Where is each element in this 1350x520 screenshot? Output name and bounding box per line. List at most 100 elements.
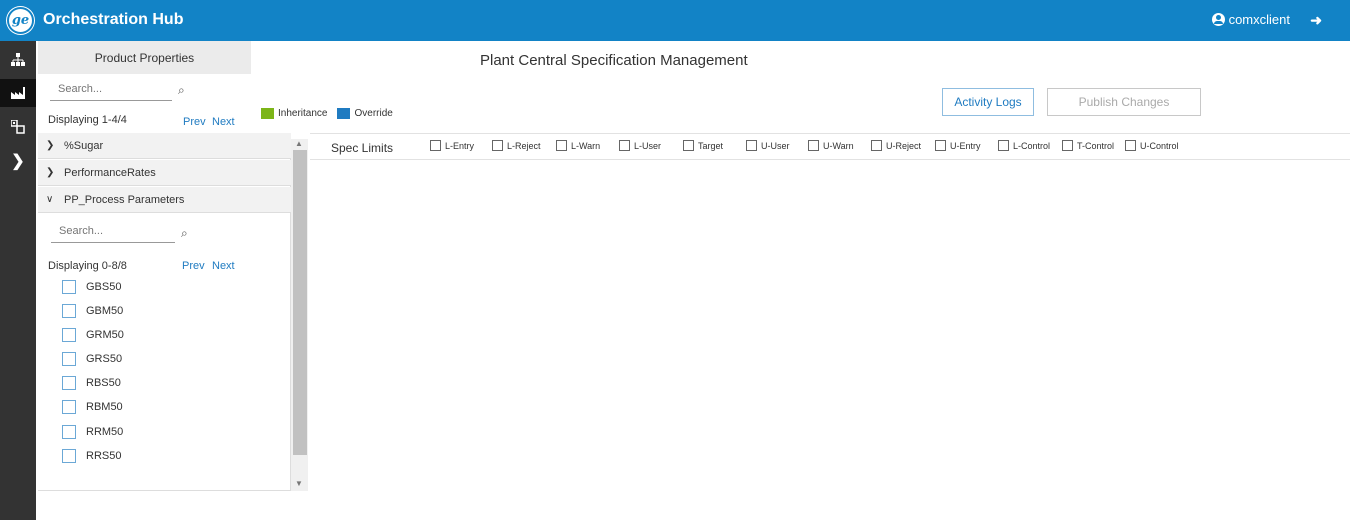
checkbox[interactable]	[808, 140, 819, 151]
parameter-label: GBM50	[86, 305, 124, 317]
spec-limit-u-reject[interactable]: U-Reject	[871, 140, 921, 151]
legend-override: Override	[354, 108, 393, 119]
spec-limit-label: Target	[698, 140, 724, 151]
user-name: comxclient	[1228, 12, 1290, 27]
spec-limit-l-reject[interactable]: L-Reject	[492, 140, 541, 151]
spec-limit-t-control[interactable]: T-Control	[1062, 140, 1114, 151]
user-menu[interactable]: comxclient	[1211, 12, 1290, 27]
spec-limit-l-control[interactable]: L-Control	[998, 140, 1050, 151]
spec-limit-target[interactable]: Target	[683, 140, 723, 151]
spec-limit-l-entry[interactable]: L-Entry	[430, 140, 474, 151]
hierarchy-icon[interactable]	[0, 45, 36, 73]
override-swatch	[337, 108, 351, 119]
search-icon[interactable]: ⌕	[181, 226, 188, 241]
spec-limit-label: U-Control	[1140, 140, 1179, 151]
parameter-item-rbs50[interactable]: RBS50	[62, 376, 121, 390]
ge-logo: ge	[7, 7, 34, 34]
factory-icon[interactable]	[0, 79, 36, 107]
chevron-right-icon[interactable]: ❯	[0, 147, 36, 175]
parameter-label: RRS50	[86, 450, 122, 462]
parameter-checkbox[interactable]	[62, 425, 76, 439]
spec-limit-u-entry[interactable]: U-Entry	[935, 140, 981, 151]
parameter-item-grm50[interactable]: GRM50	[62, 328, 124, 342]
checkbox[interactable]	[935, 140, 946, 151]
checkbox[interactable]	[683, 140, 694, 151]
parameter-prev-link[interactable]: Prev	[182, 260, 205, 272]
tree-scrollbar-thumb[interactable]	[293, 150, 307, 455]
parameter-label: GRM50	[86, 329, 124, 341]
spec-limit-l-user[interactable]: L-User	[619, 140, 661, 151]
checkbox[interactable]	[430, 140, 441, 151]
parameter-item-grs50[interactable]: GRS50	[62, 352, 122, 366]
parameter-checkbox[interactable]	[62, 352, 76, 366]
parameter-next-link[interactable]: Next	[212, 260, 235, 272]
chevron-down-icon: ∨	[46, 194, 54, 205]
spec-limits-label: Spec Limits	[331, 141, 394, 155]
checkbox[interactable]	[871, 140, 882, 151]
chevron-right-icon: ❯	[46, 167, 55, 178]
tree-node-performance-rates[interactable]: ❯ PerformanceRates	[38, 160, 291, 186]
parameter-search-input[interactable]	[51, 225, 175, 237]
product-search-input[interactable]	[50, 83, 172, 95]
checkbox[interactable]	[998, 140, 1009, 151]
parameter-item-gbs50[interactable]: GBS50	[62, 280, 121, 294]
parameter-item-rbm50[interactable]: RBM50	[62, 400, 123, 414]
spec-limit-label: U-Entry	[950, 140, 981, 151]
parameter-search	[51, 221, 175, 243]
spec-limits-row: Spec Limits L-Entry L-Reject L-Warn L-Us…	[310, 133, 1350, 160]
app-title: Orchestration Hub	[43, 11, 184, 28]
spec-limit-label: U-Warn	[823, 140, 854, 151]
tree-node-label: %Sugar	[64, 139, 104, 152]
parameter-label: RBM50	[86, 401, 123, 413]
tree-node-sugar[interactable]: ❯ %Sugar	[38, 133, 291, 159]
parameter-checkbox[interactable]	[62, 449, 76, 463]
parameter-item-rrs50[interactable]: RRS50	[62, 449, 121, 463]
spec-limit-l-warn[interactable]: L-Warn	[556, 140, 600, 151]
page-title: Plant Central Specification Management	[480, 52, 748, 69]
parameter-checkbox[interactable]	[62, 304, 76, 318]
parameter-item-rrm50[interactable]: RRM50	[62, 425, 123, 439]
tree-node-label: PP_Process Parameters	[64, 193, 185, 206]
chevron-right-icon: ❯	[46, 140, 55, 151]
legend-inheritance: Inheritance	[278, 108, 328, 119]
spec-limit-u-warn[interactable]: U-Warn	[808, 140, 854, 151]
search-icon[interactable]: ⌕	[178, 83, 185, 98]
modules-icon[interactable]	[0, 113, 36, 141]
scroll-up-icon[interactable]: ▲	[295, 139, 303, 148]
checkbox[interactable]	[1125, 140, 1136, 151]
parameter-checkbox[interactable]	[62, 376, 76, 390]
legend: Inheritance Override	[261, 108, 393, 119]
logout-icon[interactable]: ➜	[1310, 12, 1322, 29]
parameter-checkbox[interactable]	[62, 400, 76, 414]
tree-node-process-parameters[interactable]: ∨ PP_Process Parameters	[38, 187, 291, 213]
parameter-label: RBS50	[86, 377, 121, 389]
next-link[interactable]: Next	[212, 116, 235, 128]
spec-limit-label: L-Warn	[571, 140, 601, 151]
checkbox[interactable]	[492, 140, 503, 151]
spec-limit-label: T-Control	[1077, 140, 1115, 151]
publish-changes-button[interactable]: Publish Changes	[1047, 88, 1201, 116]
parameter-displaying-count: Displaying 0-8/8	[48, 260, 127, 272]
spec-limit-label: L-User	[634, 140, 662, 151]
parameter-label: RRM50	[86, 426, 124, 438]
activity-logs-button[interactable]: Activity Logs	[942, 88, 1034, 116]
tab-product-properties[interactable]: Product Properties	[38, 41, 251, 74]
inheritance-swatch	[261, 108, 274, 119]
spec-limit-label: U-User	[761, 140, 790, 151]
left-rail: ❯	[0, 41, 36, 520]
parameter-label: GRS50	[86, 353, 123, 365]
displaying-count: Displaying 1-4/4	[48, 114, 127, 126]
scroll-down-icon[interactable]: ▼	[295, 479, 303, 488]
spec-limit-label: L-Reject	[507, 140, 541, 151]
parameter-checkbox[interactable]	[62, 280, 76, 294]
parameter-checkbox[interactable]	[62, 328, 76, 342]
checkbox[interactable]	[619, 140, 630, 151]
checkbox[interactable]	[746, 140, 757, 151]
spec-limit-u-user[interactable]: U-User	[746, 140, 790, 151]
product-search	[50, 79, 172, 101]
parameter-item-gbm50[interactable]: GBM50	[62, 304, 123, 318]
prev-link[interactable]: Prev	[183, 116, 206, 128]
checkbox[interactable]	[556, 140, 567, 151]
checkbox[interactable]	[1062, 140, 1073, 151]
spec-limit-u-control[interactable]: U-Control	[1125, 140, 1179, 151]
